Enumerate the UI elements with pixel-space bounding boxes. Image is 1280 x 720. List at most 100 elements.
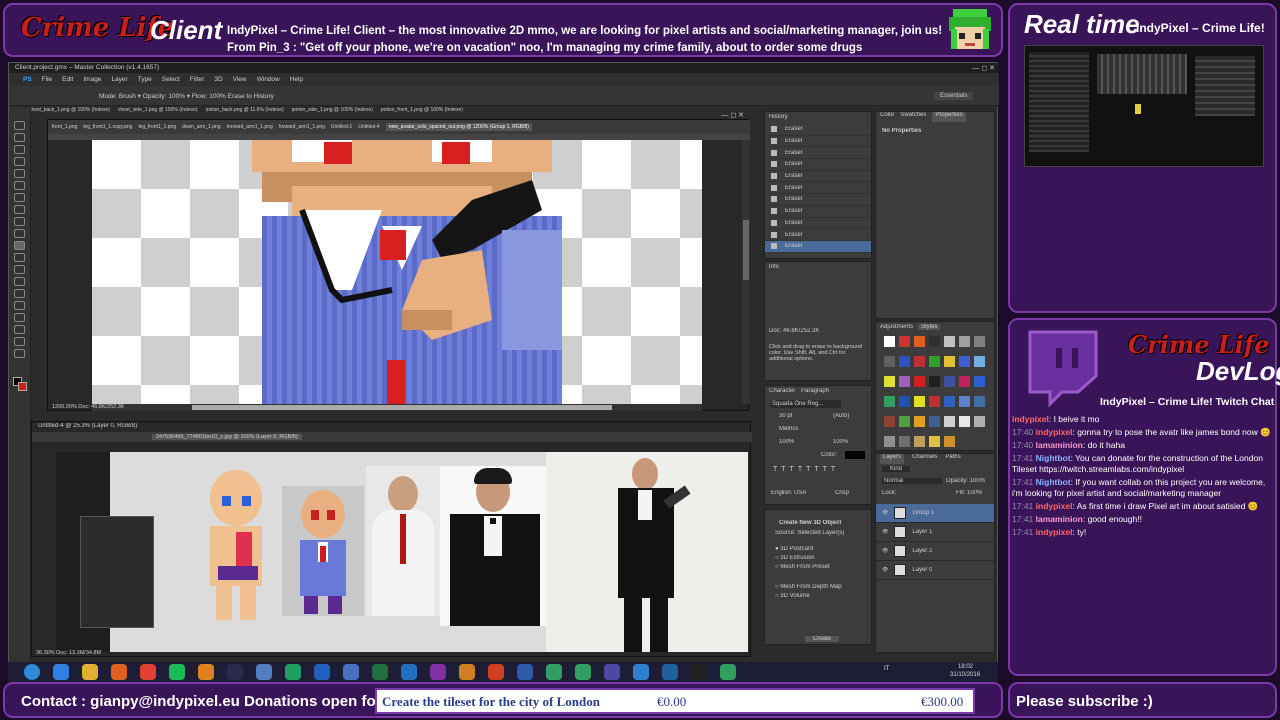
cmd-icon[interactable] [691,664,707,680]
window-controls[interactable]: — ◻ ✕ [972,64,995,72]
file-tab[interactable]: potion_front_1.png @ 100% (Indexe) [381,107,463,116]
history-item[interactable]: Eraser [765,229,871,241]
chat-username[interactable]: lamaminion [1036,440,1083,450]
zoom-tool-icon[interactable] [14,349,25,358]
scale-v[interactable]: 100% [779,439,794,445]
menu-item-select[interactable]: Select [162,76,180,83]
menu-item-type[interactable]: Type [138,76,152,83]
app-c-icon[interactable] [285,664,301,680]
tracking[interactable]: Metrics [779,426,798,432]
explorer-icon[interactable] [82,664,98,680]
style-swatch[interactable] [914,416,925,427]
style-swatch[interactable] [929,356,940,367]
app-a-icon[interactable] [575,664,591,680]
font-size[interactable]: 30 pt [779,413,792,419]
menu-item-edit[interactable]: Edit [62,76,73,83]
gradient-tool-icon[interactable] [14,253,25,262]
hotspot-icon[interactable] [662,664,678,680]
properties-tab[interactable]: Color [880,112,894,122]
history-brush-tool-icon[interactable] [14,229,25,238]
style-swatch[interactable] [929,436,940,447]
history-item[interactable]: Eraser [765,124,871,136]
stream-icon[interactable] [633,664,649,680]
hand-tool-icon[interactable] [14,337,25,346]
file-tab[interactable]: chest_side_1.png @ 100% (Indexe) [118,107,198,116]
menu-item-view[interactable]: View [233,76,247,83]
onenote-icon[interactable] [430,664,446,680]
history-item[interactable]: Eraser [765,136,871,148]
chat-username[interactable]: Nightbot [1036,453,1071,463]
layer-row[interactable]: 👁 Layer 2 [876,542,994,561]
style-swatch[interactable] [899,416,910,427]
create3d-option[interactable]: ○ Mesh From Preset [775,564,842,570]
style-swatch[interactable] [929,416,940,427]
style-swatch[interactable] [944,356,955,367]
font-name[interactable]: Squada One Reg... [771,400,841,408]
app-x-icon[interactable] [546,664,562,680]
move-tool-icon[interactable] [14,121,25,130]
style-swatch[interactable] [899,396,910,407]
doc-window-controls[interactable]: — ◻ ✕ [721,111,744,119]
history-item[interactable]: Eraser [765,182,871,195]
pen-tool-icon[interactable] [14,289,25,298]
history-item[interactable]: Eraser [765,171,871,183]
excel-icon[interactable] [372,664,388,680]
ie-icon[interactable] [53,664,69,680]
language[interactable]: English: USA [771,490,806,496]
firefox-icon[interactable] [111,664,127,680]
layer-row[interactable]: 👁 Group 1 [876,504,994,523]
properties-tab[interactable]: Swatches [900,112,926,122]
marquee-tool-icon[interactable] [14,133,25,142]
character-tab[interactable]: Character [769,388,795,394]
style-swatch[interactable] [959,356,970,367]
eye-icon[interactable]: 👁 [882,529,888,535]
paragraph-tab[interactable]: Paragraph [801,388,829,394]
history-item[interactable]: Eraser [765,218,871,230]
styles-tab[interactable]: Styles [918,324,941,330]
style-swatch[interactable] [899,356,910,367]
menu-item-3d[interactable]: 3D [214,76,222,83]
scale-h[interactable]: 100% [833,439,848,445]
leading[interactable]: (Auto) [833,413,849,419]
lasso-tool-icon[interactable] [14,145,25,154]
history-item[interactable]: Eraser [765,206,871,218]
app-v-icon[interactable] [720,664,736,680]
vlc-icon[interactable] [198,664,214,680]
essentials-dropdown[interactable]: Essentials [934,92,974,100]
style-swatch[interactable] [914,376,925,387]
brush-tool-icon[interactable] [14,205,25,214]
properties-tab[interactable]: Properties [932,112,966,122]
photoshop-icon[interactable] [314,664,330,680]
menu-item-image[interactable]: Image [83,76,101,83]
style-swatch[interactable] [959,336,970,347]
style-swatch[interactable] [974,336,985,347]
quick-select-tool-icon[interactable] [14,157,25,166]
layer-row[interactable]: 👁 Layer 0 [876,561,994,580]
style-swatch[interactable] [914,396,925,407]
document-tab[interactable]: Untitled-4 [358,124,379,130]
style-swatch[interactable] [899,376,910,387]
eye-icon[interactable]: 👁 [882,548,888,554]
eye-icon[interactable]: 👁 [882,510,888,516]
style-swatch[interactable] [974,396,985,407]
file-tab[interactable]: potion_side_1.png @ 100% (Indexe) [292,107,373,116]
file-tab[interactable]: chest_back_1.png @ 100% (Indexe) [29,107,110,116]
style-swatch[interactable] [959,396,970,407]
style-swatch[interactable] [944,436,955,447]
chat-username[interactable]: indypixel [1036,427,1073,437]
style-swatch[interactable] [899,436,910,447]
chat-username[interactable]: Nightbot [1036,477,1071,487]
document-tab[interactable]: leg_front1_1.copy.png [83,124,132,130]
style-swatch[interactable] [884,416,895,427]
style-swatch[interactable] [944,376,955,387]
spotify-icon[interactable] [169,664,185,680]
anti-alias[interactable]: Crisp [835,490,849,496]
app-b-icon[interactable] [604,664,620,680]
style-swatch[interactable] [914,356,925,367]
layers-tab[interactable]: Layers [880,454,905,464]
chat-username[interactable]: indypixel [1036,501,1073,511]
eye-icon[interactable]: 👁 [882,567,888,573]
chat-username[interactable]: lamaminion [1036,514,1083,524]
document-tab[interactable]: forward_arm1_1.png [279,124,325,130]
style-swatch[interactable] [944,416,955,427]
